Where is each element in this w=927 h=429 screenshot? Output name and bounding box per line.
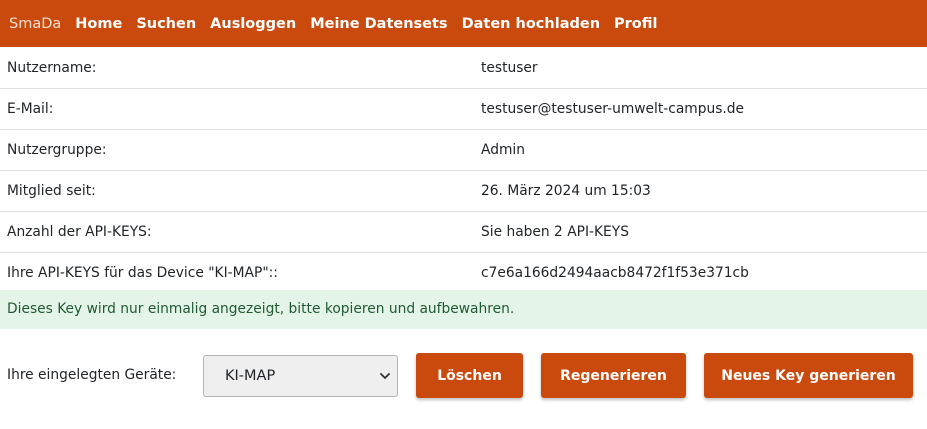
profile-row-usergroup: Nutzergruppe: Admin: [0, 130, 927, 171]
nav-link-logout[interactable]: Ausloggen: [210, 16, 296, 32]
profile-table: Nutzername: testuser E-Mail: testuser@te…: [0, 48, 927, 293]
nav-link-upload-data[interactable]: Daten hochladen: [462, 16, 600, 32]
row-value: 26. März 2024 um 15:03: [481, 183, 651, 199]
row-label: Ihre API-KEYS für das Device "KI-MAP"::: [7, 265, 278, 281]
device-select[interactable]: KI-MAP: [203, 355, 398, 397]
device-select-value: KI-MAP: [225, 368, 276, 384]
row-label: E-Mail:: [7, 101, 54, 117]
row-label: Nutzername:: [7, 60, 97, 76]
profile-row-email: E-Mail: testuser@testuser-umwelt-campus.…: [0, 89, 927, 130]
api-key-value: c7e6a166d2494aacb8472f1f53e371cb: [481, 265, 749, 281]
nav-link-home[interactable]: Home: [75, 16, 122, 32]
new-key-button[interactable]: Neues Key generieren: [704, 353, 913, 398]
row-label: Mitglied seit:: [7, 183, 96, 199]
chevron-down-icon: [380, 373, 390, 379]
row-value: Sie haben 2 API-KEYS: [481, 224, 629, 240]
top-navbar: SmaDa Home Suchen Ausloggen Meine Datens…: [0, 0, 927, 47]
profile-row-api-key-count: Anzahl der API-KEYS: Sie haben 2 API-KEY…: [0, 212, 927, 253]
nav-link-profile[interactable]: Profil: [614, 16, 657, 32]
devices-label: Ihre eingelegten Geräte:: [7, 367, 177, 383]
profile-row-member-since: Mitglied seit: 26. März 2024 um 15:03: [0, 171, 927, 212]
profile-row-api-key: Ihre API-KEYS für das Device "KI-MAP":: …: [0, 253, 927, 293]
row-value: testuser: [481, 60, 538, 76]
key-notice-alert: Dieses Key wird nur einmalig angezeigt, …: [0, 290, 927, 329]
delete-button[interactable]: Löschen: [416, 353, 523, 398]
profile-row-username: Nutzername: testuser: [0, 48, 927, 89]
nav-link-search[interactable]: Suchen: [136, 16, 196, 32]
row-label: Nutzergruppe:: [7, 142, 107, 158]
brand-link[interactable]: SmaDa: [9, 16, 61, 32]
row-label: Anzahl der API-KEYS:: [7, 224, 152, 240]
regenerate-button[interactable]: Regenerieren: [541, 353, 686, 398]
alert-text: Dieses Key wird nur einmalig angezeigt, …: [7, 301, 515, 317]
nav-link-my-datasets[interactable]: Meine Datensets: [310, 16, 447, 32]
row-value: Admin: [481, 142, 525, 158]
row-value: testuser@testuser-umwelt-campus.de: [481, 101, 745, 117]
